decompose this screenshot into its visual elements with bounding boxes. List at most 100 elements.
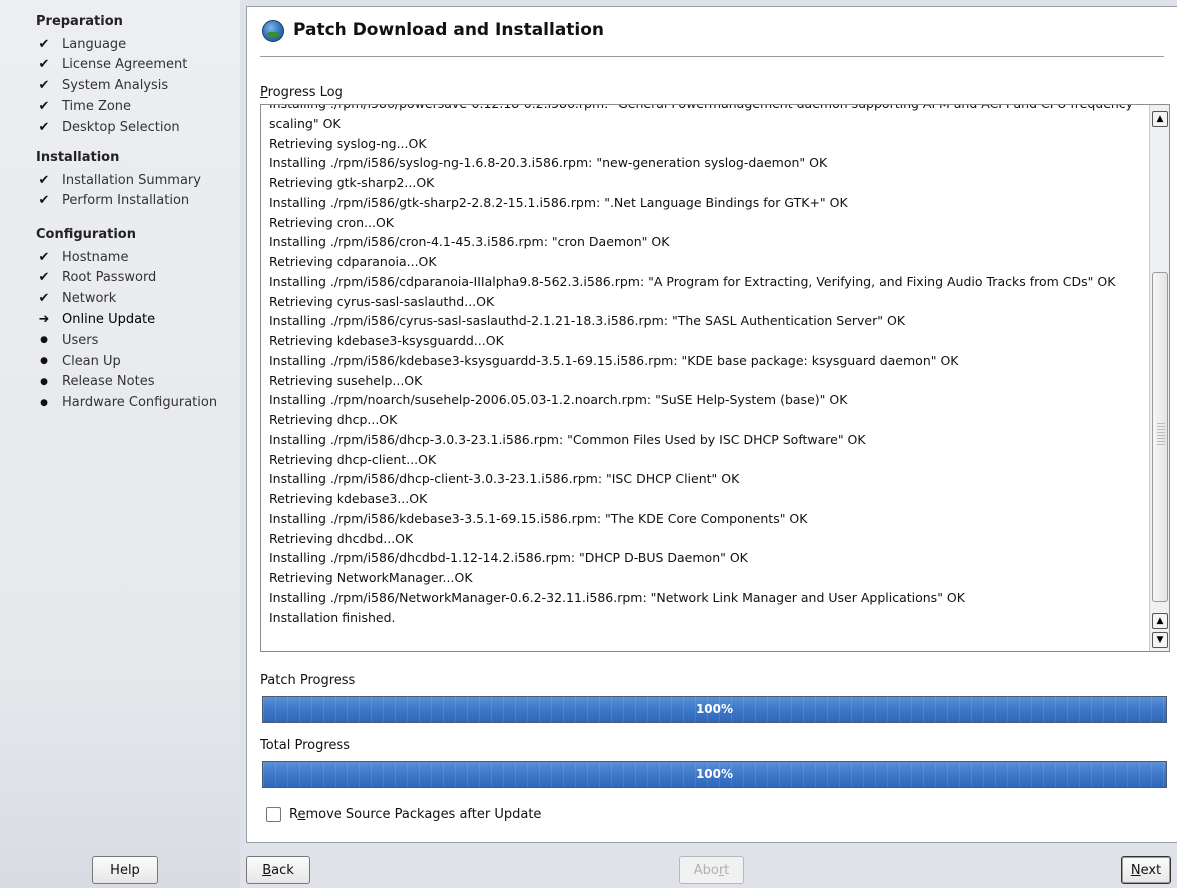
- next-button[interactable]: Next: [1121, 856, 1171, 884]
- log-line: Installing ./rpm/i586/NetworkManager-0.6…: [269, 589, 965, 605]
- step-users: ● Users: [36, 330, 98, 350]
- back-button[interactable]: Back: [246, 856, 310, 884]
- scroll-up-button[interactable]: ▲: [1152, 613, 1168, 629]
- log-scrollbar[interactable]: ▲ ▲ ▼: [1149, 105, 1169, 651]
- log-line: Installation finished.: [269, 609, 396, 625]
- bullet-icon: ●: [40, 335, 48, 346]
- step-label: Installation Summary: [62, 172, 201, 188]
- step-hardware-configuration: ● Hardware Configuration: [36, 393, 217, 413]
- scroll-up-top-button[interactable]: ▲: [1152, 111, 1168, 127]
- next-label: ext: [1140, 862, 1162, 878]
- remove-source-label[interactable]: Remove Source Packages after Update: [289, 807, 541, 822]
- wizard-steps-sidebar: Preparation ✔ Language ✔ License Agreement ✔ S…: [0, 0, 240, 888]
- step-online-update: ➜ Online Update: [36, 309, 156, 329]
- section-title: Preparation: [36, 14, 123, 29]
- check-icon: ✔: [38, 291, 50, 307]
- step-language: ✔ Language: [36, 34, 127, 54]
- abort-label-pre: Abo: [693, 862, 719, 878]
- accel-letter: P: [260, 85, 268, 100]
- step-label: Online Update: [62, 311, 156, 327]
- check-icon: ✔: [38, 36, 50, 52]
- log-line: Retrieving dhcdbd...OK: [269, 530, 414, 546]
- log-line: Installing ./rpm/i586/dhcp-client-3.0.3-…: [269, 471, 740, 487]
- back-label: ack: [271, 862, 294, 878]
- step-label: Desktop Selection: [62, 119, 180, 135]
- total-progress-text: 100%: [695, 767, 734, 781]
- step-label: Perform Installation: [62, 193, 190, 209]
- patch-progress-text: 100%: [695, 702, 734, 716]
- section-title: Configuration: [36, 227, 136, 242]
- step-label: Hostname: [62, 249, 129, 265]
- check-icon: ✔: [38, 193, 50, 209]
- remove-source-option[interactable]: Remove Source Packages after Update: [266, 807, 541, 822]
- accel-letter: N: [1130, 862, 1141, 878]
- check-icon: ✔: [38, 119, 50, 135]
- log-line: Retrieving susehelp...OK: [269, 372, 423, 388]
- step-release-notes: ● Release Notes: [36, 372, 154, 392]
- log-line: Retrieving dhcp...OK: [269, 412, 398, 427]
- step-label: Language: [62, 36, 127, 52]
- step-label: Clean Up: [62, 353, 121, 369]
- scroll-down-button[interactable]: ▼: [1152, 632, 1168, 648]
- log-line: Installing ./rpm/i586/dhcdbd-1.12-14.2.i…: [269, 550, 748, 566]
- log-line: Installing ./rpm/i586/cdparanoia-IIIalph…: [269, 273, 1116, 289]
- step-label: Network: [62, 291, 117, 307]
- log-line: Retrieving cyrus-sasl-saslauthd...OK: [269, 293, 495, 309]
- log-line: Installing ./rpm/i586/kdebase3-ksysguard…: [269, 352, 959, 368]
- patch-progress-label: Patch Progress: [260, 673, 356, 688]
- step-network: ✔ Network: [36, 289, 117, 309]
- step-hostname: ✔ Hostname: [36, 247, 129, 267]
- abort-label-rest: t: [724, 862, 730, 878]
- abort-button[interactable]: Abo r t: [679, 856, 744, 884]
- log-line: Installing ./rpm/i586/powersave-0.12.18-…: [269, 105, 1145, 114]
- grip-icon: [1157, 423, 1165, 447]
- accel-letter: B: [262, 862, 272, 878]
- arrow-right-icon: ➜: [38, 311, 50, 327]
- step-desktop-selection: ✔ Desktop Selection: [36, 117, 180, 137]
- step-label: Time Zone: [62, 98, 132, 114]
- total-progress-bar: 100%: [262, 761, 1167, 788]
- bullet-icon: ●: [40, 376, 48, 387]
- help-button[interactable]: Help: [92, 856, 158, 884]
- help-label: Help: [110, 862, 140, 878]
- header-divider: [260, 56, 1164, 57]
- log-line: Installing ./rpm/i586/syslog-ng-1.6.8-20…: [269, 155, 828, 171]
- bullet-icon: ●: [40, 356, 48, 366]
- label-rest: rogress Log: [267, 85, 343, 100]
- log-line: Retrieving dhcp-client...OK: [269, 451, 437, 467]
- log-line: Retrieving kdebase3...OK: [269, 491, 428, 506]
- label-rest: move Source Packages after Update: [305, 807, 542, 822]
- progress-log[interactable]: Installing ./rpm/i586/powersave-0.12.18-…: [260, 104, 1170, 652]
- log-line: Installing ./rpm/i586/cyrus-sasl-saslaut…: [269, 313, 906, 329]
- log-line: Retrieving gtk-sharp2...OK: [269, 175, 435, 190]
- step-label: Root Password: [62, 270, 157, 286]
- log-line: Installing ./rpm/i586/kdebase3-3.5.1-69.…: [269, 510, 808, 526]
- section-title: Installation: [36, 150, 120, 165]
- step-label: Users: [62, 332, 99, 348]
- step-label: Hardware Configuration: [62, 395, 218, 411]
- remove-source-checkbox[interactable]: [266, 807, 281, 822]
- step-label: Release Notes: [62, 374, 155, 390]
- step-label: System Analysis: [62, 78, 169, 94]
- main-panel: Patch Download and Installation Progress…: [246, 6, 1177, 843]
- check-icon: ✔: [38, 249, 50, 265]
- check-icon: ✔: [38, 98, 50, 114]
- log-line: Installing ./rpm/i586/gtk-sharp2-2.8.2-1…: [269, 194, 848, 210]
- patch-progress-bar: 100%: [262, 696, 1167, 723]
- step-clean-up: ● Clean Up: [36, 351, 121, 371]
- step-root-password: ✔ Root Password: [36, 268, 157, 288]
- log-line: Retrieving cdparanoia...OK: [269, 254, 437, 269]
- progress-log-label: Progress Log: [260, 85, 343, 100]
- step-installation-summary: ✔ Installation Summary: [36, 170, 201, 190]
- scroll-thumb[interactable]: [1152, 272, 1168, 602]
- log-line: scaling" OK: [269, 115, 341, 131]
- log-line: Installing ./rpm/i586/dhcp-3.0.3-23.1.i5…: [269, 431, 866, 447]
- log-line: Retrieving cron...OK: [269, 214, 394, 230]
- log-lines: Installing ./rpm/i586/powersave-0.12.18-…: [269, 105, 1145, 627]
- log-line: Retrieving syslog-ng...OK: [269, 135, 427, 151]
- check-icon: ✔: [38, 270, 50, 286]
- step-label: License Agreement: [62, 57, 188, 73]
- step-time-zone: ✔ Time Zone: [36, 96, 132, 116]
- bullet-icon: ●: [40, 397, 48, 408]
- check-icon: ✔: [38, 57, 50, 73]
